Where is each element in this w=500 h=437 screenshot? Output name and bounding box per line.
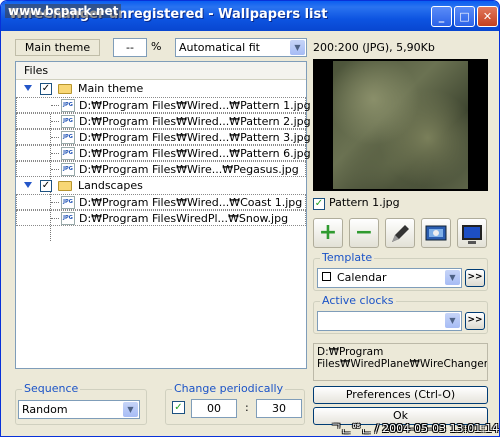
minimize-button[interactable]: _ (431, 6, 452, 27)
monitor-button[interactable] (457, 218, 487, 248)
preview-caption: Pattern 1.jpg (329, 196, 400, 209)
tree-group-main-theme[interactable]: ✓ Main theme (16, 81, 306, 97)
fit-mode-value: Automatical fit (179, 41, 260, 54)
tree-file-row[interactable]: JPG D:₩Program Files₩Wired...₩Pattern 6.… (16, 145, 311, 161)
chevron-down-icon[interactable]: ▼ (445, 270, 460, 285)
active-clocks-select[interactable]: ▼ (317, 311, 462, 331)
wallpaper-preview (313, 59, 488, 191)
tree-group-landscapes[interactable]: ✓ Landscapes (16, 178, 306, 194)
file-path: D:₩Program Files₩Wire...₩Pegasus.jpg (79, 163, 299, 176)
template-select[interactable]: Calendar ▼ (317, 268, 462, 288)
change-periodically-label: Change periodically (172, 382, 286, 395)
file-path: D:₩Program Files₩Wired...₩Pattern 1.jpg (79, 99, 311, 112)
tree-branch (51, 137, 59, 138)
tree-file-row[interactable]: JPG D:₩Program Files₩Wire...₩Pegasus.jpg (16, 161, 306, 177)
hours-input[interactable]: 00 (191, 399, 237, 418)
tree-branch (51, 105, 59, 106)
tool-buttons: + − (313, 218, 493, 250)
fit-mode-select[interactable]: Automatical fit ▼ (175, 38, 307, 57)
preferences-button[interactable]: Preferences (Ctrl-O) (313, 386, 488, 404)
tree-branch (51, 121, 59, 122)
monitor-icon (462, 225, 482, 244)
tree-file-row[interactable]: JPG D:₩Program Files₩Wired...₩Pattern 3.… (16, 129, 311, 145)
watermark: www.bcpark.net (5, 4, 122, 18)
tree-file-row[interactable]: JPG D:₩Program Files₩Wired...₩Coast 1.jp… (16, 194, 306, 210)
group-checkbox[interactable]: ✓ (40, 180, 52, 192)
desktop-icon (425, 225, 447, 241)
tree-branch (51, 169, 59, 170)
tree-branch (51, 202, 59, 203)
template-value: Calendar (337, 271, 387, 284)
folder-icon (58, 181, 72, 191)
file-path: D:₩Program FilesWiredPl...₩Snow.jpg (79, 212, 289, 225)
jpg-file-icon: JPG (61, 115, 75, 128)
preview-checkbox[interactable]: ✓ (313, 198, 325, 210)
maximize-button[interactable]: □ (454, 6, 475, 27)
group-label: Main theme (78, 82, 144, 95)
pen-icon (392, 225, 409, 242)
theme-label[interactable]: Main theme (15, 39, 100, 56)
file-path: D:₩Program Files₩Wired...₩Pattern 2.jpg (79, 115, 311, 128)
file-path: D:₩Program Files₩Wired...₩Pattern 6.jpg (79, 147, 311, 160)
chevron-down-icon[interactable]: ▼ (123, 402, 138, 417)
expand-arrow-icon[interactable] (24, 85, 32, 91)
tree-branch (51, 218, 59, 219)
tree-file-row[interactable]: JPG D:₩Program FilesWiredPl...₩Snow.jpg (16, 210, 306, 226)
template-group: Template Calendar ▼ >> (313, 251, 488, 291)
change-periodically-checkbox[interactable]: ✓ (172, 401, 185, 414)
active-clocks-label: Active clocks (320, 294, 396, 307)
tree-header[interactable]: Files (16, 62, 306, 80)
calendar-icon (322, 272, 331, 281)
jpg-file-icon: JPG (61, 163, 75, 176)
chevron-down-icon[interactable]: ▼ (445, 313, 460, 328)
group-checkbox[interactable]: ✓ (40, 83, 52, 95)
image-info: 200:200 (JPG), 5,90Kb (313, 41, 435, 54)
percent-sign: % (151, 40, 162, 53)
time-separator: : (245, 401, 249, 414)
file-path: D:₩Program Files₩Wired...₩Pattern 3.jpg (79, 131, 311, 144)
tree-file-row[interactable]: JPG D:₩Program Files₩Wired...₩Pattern 2.… (16, 113, 311, 129)
jpg-file-icon: JPG (61, 196, 75, 209)
template-more-button[interactable]: >> (465, 269, 485, 287)
minus-icon: − (354, 220, 374, 245)
file-tree[interactable]: Files ✓ Main theme JPG D:₩Program Files₩… (15, 61, 311, 369)
sequence-value: Random (22, 403, 68, 416)
remove-button[interactable]: − (349, 218, 379, 248)
preview-image (333, 61, 468, 189)
active-clocks-more-button[interactable]: >> (465, 312, 485, 330)
scale-percent-input[interactable]: -- (113, 38, 147, 57)
add-button[interactable]: + (313, 218, 343, 248)
active-clocks-group: Active clocks ▼ >> (313, 294, 488, 334)
folder-icon (58, 84, 72, 94)
jpg-file-icon: JPG (61, 212, 75, 225)
plus-icon: + (318, 220, 338, 245)
edit-button[interactable] (385, 218, 415, 248)
group-label: Landscapes (78, 179, 143, 192)
current-path: D:₩Program Files₩WiredPlane₩WireChanger₩… (313, 343, 488, 381)
jpg-file-icon: JPG (61, 99, 75, 112)
file-path: D:₩Program Files₩Wired...₩Coast 1.jpg (79, 196, 303, 209)
sequence-label: Sequence (22, 382, 81, 395)
tree-branch (51, 153, 59, 154)
tree-file-row[interactable]: JPG D:₩Program Files₩Wired...₩Pattern 1.… (16, 97, 311, 113)
wallpapers-list-window: WireChanger unregistered - Wallpapers li… (0, 0, 500, 437)
overlay-timestamp: ᄀᆫᄋᄒᆫ / 2004-05-03 13:01:14 (331, 422, 500, 435)
jpg-file-icon: JPG (61, 147, 75, 160)
expand-arrow-icon[interactable] (24, 182, 32, 188)
set-desktop-button[interactable] (421, 218, 451, 248)
minutes-input[interactable]: 30 (256, 399, 302, 418)
sequence-select[interactable]: Random ▼ (18, 400, 140, 419)
chevron-down-icon[interactable]: ▼ (290, 40, 305, 55)
title-bar[interactable]: WireChanger unregistered - Wallpapers li… (1, 1, 499, 31)
jpg-file-icon: JPG (61, 131, 75, 144)
theme-toolbar: Main theme -- % Automatical fit ▼ (13, 37, 309, 59)
template-label: Template (320, 251, 375, 264)
preview-checkbox-row[interactable]: ✓ Pattern 1.jpg (313, 196, 400, 211)
close-button[interactable]: ✕ (477, 6, 498, 27)
